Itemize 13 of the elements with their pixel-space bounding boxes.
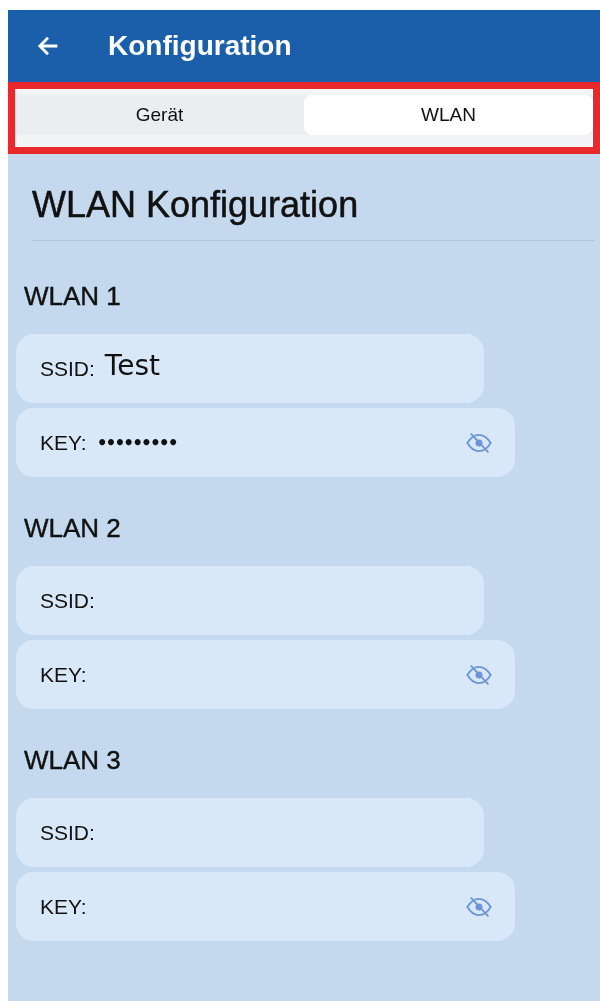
ssid-field[interactable]: SSID: <box>16 566 484 635</box>
key-field[interactable]: KEY: <box>16 872 515 941</box>
tab[interactable]: WLAN <box>304 95 593 135</box>
ssid-field[interactable]: SSID: <box>16 798 484 867</box>
app-title: Konfiguration <box>108 30 292 62</box>
tab[interactable]: Gerät <box>15 95 304 135</box>
network-heading: WLAN 1 <box>24 281 122 312</box>
ssid-field[interactable]: SSID: Test <box>16 334 484 403</box>
key-field[interactable]: KEY: ••••••••• <box>16 408 515 477</box>
network-heading: WLAN 2 <box>24 513 122 544</box>
key-field[interactable]: KEY: <box>16 640 515 709</box>
network-heading: WLAN 3 <box>24 745 122 776</box>
section-title: WLAN Konfiguration <box>32 184 360 226</box>
